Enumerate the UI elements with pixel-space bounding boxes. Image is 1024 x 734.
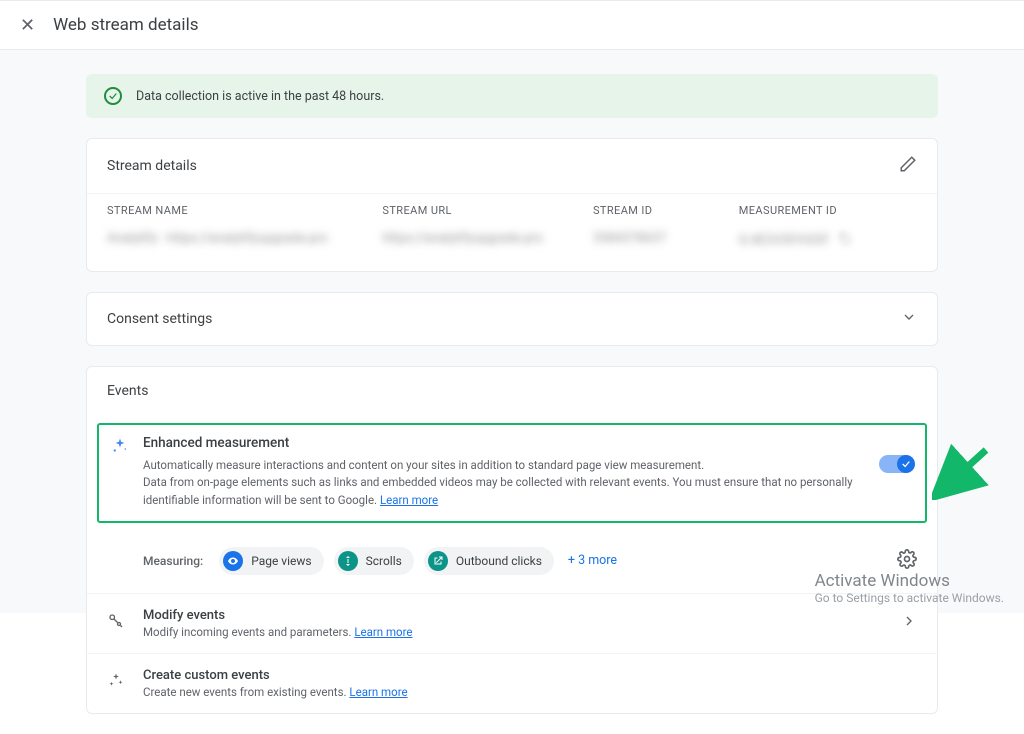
- status-banner: Data collection is active in the past 48…: [86, 74, 938, 118]
- col-stream-id: STREAM ID: [593, 204, 739, 217]
- outbound-icon: [428, 551, 448, 571]
- close-icon[interactable]: ✕: [20, 15, 35, 36]
- chevron-right-icon: [901, 613, 917, 633]
- custom-learn-link[interactable]: Learn more: [349, 685, 407, 699]
- events-title: Events: [107, 383, 148, 399]
- val-stream-name: Analytify - https://analytifyupgrade.pro: [107, 231, 382, 249]
- modify-events-row[interactable]: Modify events Modify incoming events and…: [87, 593, 937, 653]
- pill-outbound-label: Outbound clicks: [456, 554, 542, 568]
- val-stream-url: https://analytifyupgrade.pro: [382, 231, 593, 249]
- val-measurement-id: G-4E3V5FHVDF: [739, 233, 830, 248]
- modify-title: Modify events: [143, 608, 883, 623]
- pill-outbound: Outbound clicks: [424, 547, 554, 575]
- stream-details-title: Stream details: [107, 158, 197, 174]
- col-stream-url: STREAM URL: [382, 204, 593, 217]
- check-icon: [104, 87, 122, 105]
- more-link[interactable]: + 3 more: [568, 553, 617, 568]
- consent-title: Consent settings: [107, 311, 212, 327]
- custom-sub: Create new events from existing events. …: [143, 685, 917, 699]
- enhanced-title: Enhanced measurement: [143, 435, 865, 451]
- pill-scrolls-label: Scrolls: [366, 554, 402, 568]
- pill-page-views: Page views: [219, 547, 323, 575]
- enhanced-line1: Automatically measure interactions and c…: [143, 458, 704, 472]
- header-bar: ✕ Web stream details: [0, 0, 1024, 50]
- scroll-icon: [338, 551, 358, 571]
- create-custom-row[interactable]: Create custom events Create new events f…: [87, 653, 937, 713]
- col-stream-name: STREAM NAME: [107, 204, 382, 217]
- measuring-row: Measuring: Page views Scrolls: [87, 533, 937, 593]
- consent-card[interactable]: Consent settings: [86, 292, 938, 346]
- events-card: Events Enhanced measurement Automaticall…: [86, 366, 938, 714]
- modify-icon: [107, 612, 125, 634]
- enhanced-learn-link[interactable]: Learn more: [380, 493, 438, 507]
- stream-details-head: Stream details: [87, 139, 937, 193]
- page-title: Web stream details: [53, 15, 198, 35]
- gear-icon[interactable]: [897, 549, 917, 573]
- stream-details-card: Stream details STREAM NAME STREAM URL ST…: [86, 138, 938, 272]
- stream-grid: STREAM NAME STREAM URL STREAM ID MEASURE…: [87, 193, 937, 271]
- enhanced-line2: Data from on-page elements such as links…: [143, 475, 853, 506]
- pill-page-views-label: Page views: [251, 554, 311, 568]
- copy-icon[interactable]: [837, 231, 851, 249]
- custom-icon: [107, 672, 125, 694]
- enhanced-measurement-box: Enhanced measurement Automatically measu…: [97, 423, 927, 523]
- modify-sub: Modify incoming events and parameters. L…: [143, 625, 883, 639]
- enhanced-desc: Automatically measure interactions and c…: [143, 457, 865, 509]
- page-body: Data collection is active in the past 48…: [0, 50, 1024, 613]
- banner-message: Data collection is active in the past 48…: [136, 89, 384, 104]
- chevron-down-icon: [901, 309, 917, 329]
- edit-icon[interactable]: [899, 155, 917, 177]
- pill-scrolls: Scrolls: [334, 547, 414, 575]
- eye-icon: [223, 551, 243, 571]
- val-stream-id: 3584378637: [593, 231, 739, 249]
- events-head: Events: [87, 367, 937, 415]
- modify-learn-link[interactable]: Learn more: [354, 625, 412, 639]
- custom-title: Create custom events: [143, 668, 917, 683]
- enhanced-toggle[interactable]: [879, 455, 913, 473]
- col-measurement-id: MEASUREMENT ID: [739, 204, 917, 217]
- measuring-label: Measuring:: [143, 554, 203, 568]
- sparkle-icon: [111, 437, 129, 459]
